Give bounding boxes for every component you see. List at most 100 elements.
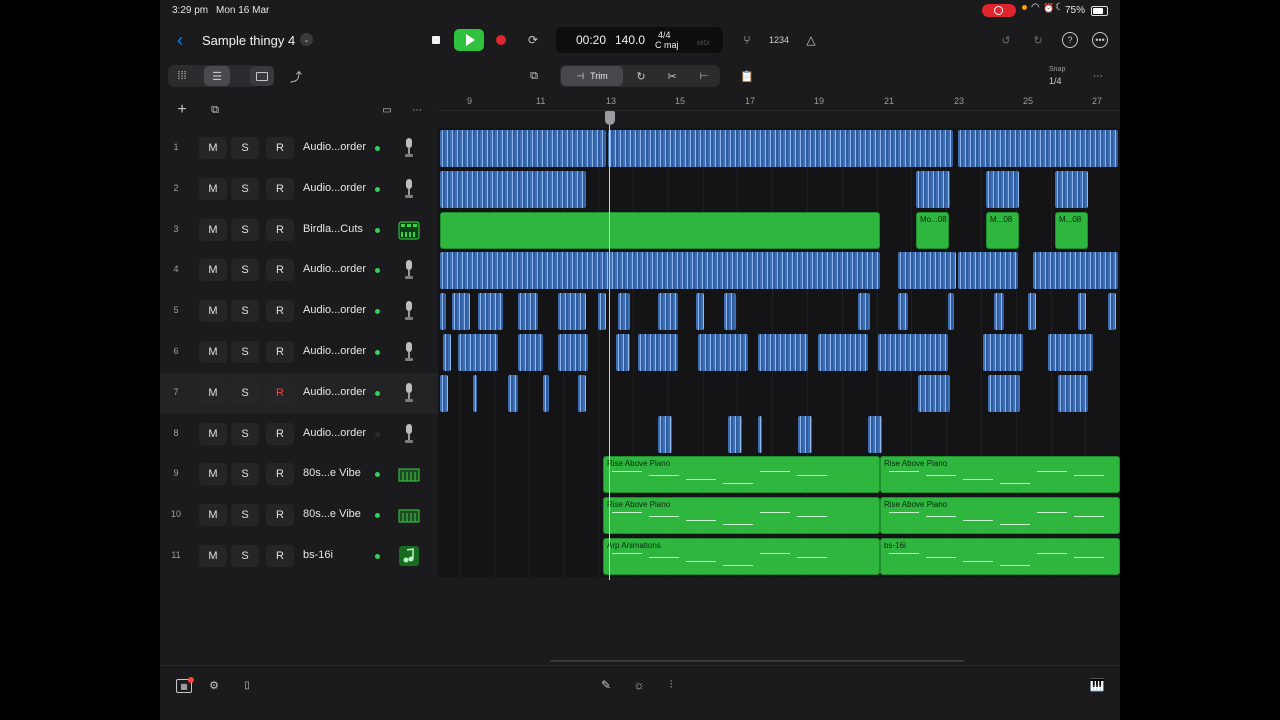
- solo-button[interactable]: S: [231, 504, 259, 527]
- audio-region[interactable]: [508, 374, 518, 412]
- midi-region[interactable]: Rise Above Piano: [603, 497, 880, 535]
- record-arm-button[interactable]: R: [266, 218, 294, 241]
- track-lane[interactable]: Rise Above Piano Rise Above Piano: [438, 495, 1120, 537]
- track-name[interactable]: Audio...order: [303, 386, 366, 398]
- midi-region[interactable]: Rise Above Piano: [880, 456, 1120, 494]
- audio-region[interactable]: [1078, 293, 1086, 331]
- mute-button[interactable]: M: [199, 177, 227, 200]
- track-header-more-button[interactable]: ⋯: [409, 102, 425, 118]
- copy-button[interactable]: ⧉: [524, 67, 544, 85]
- track-row[interactable]: 7 M S R Audio...order: [160, 372, 1120, 414]
- audio-region[interactable]: [452, 293, 470, 331]
- record-arm-button[interactable]: R: [266, 137, 294, 159]
- audio-region[interactable]: [440, 252, 880, 290]
- track-name[interactable]: Audio...order: [303, 304, 366, 316]
- track-lane[interactable]: [438, 413, 1120, 455]
- grid-view-button[interactable]: ⁞⁞⁞: [172, 67, 192, 85]
- audio-region[interactable]: [698, 334, 748, 371]
- audio-region[interactable]: [913, 334, 948, 371]
- inspector-button[interactable]: ⚙: [207, 678, 221, 692]
- track-row[interactable]: 5 M S R Audio...order: [160, 291, 1120, 333]
- audio-region[interactable]: [798, 415, 812, 453]
- audio-region[interactable]: [858, 293, 870, 331]
- track-row[interactable]: 1 M S R Audio...order: [160, 128, 1120, 169]
- keyboard-button[interactable]: 🎹: [1090, 678, 1105, 692]
- smart-controls-button[interactable]: ☼: [632, 678, 646, 692]
- solo-button[interactable]: S: [231, 341, 259, 363]
- audio-region[interactable]: [1028, 293, 1036, 331]
- add-track-button[interactable]: +: [174, 101, 190, 118]
- track-name[interactable]: 80s...e Vibe: [303, 467, 361, 479]
- stop-button[interactable]: [428, 32, 444, 48]
- back-chevron-icon[interactable]: ‹: [172, 30, 188, 50]
- join-tool-button[interactable]: ⊢: [695, 66, 713, 86]
- solo-button[interactable]: S: [231, 422, 259, 445]
- audio-region[interactable]: [916, 170, 950, 208]
- record-arm-button[interactable]: R: [266, 545, 294, 567]
- track-row[interactable]: 8 M S R Audio...order: [160, 413, 1120, 455]
- track-row[interactable]: 2 M S R Audio...order: [160, 168, 1120, 210]
- snap-value[interactable]: 1/4: [1049, 76, 1062, 86]
- audio-region[interactable]: [558, 334, 588, 371]
- solo-button[interactable]: S: [231, 218, 259, 241]
- record-arm-button[interactable]: R: [266, 300, 294, 323]
- audio-region[interactable]: [518, 293, 538, 331]
- mute-button[interactable]: M: [199, 545, 227, 567]
- audio-region[interactable]: [458, 334, 498, 371]
- track-lane[interactable]: [438, 332, 1120, 373]
- duplicate-track-button[interactable]: ⧉: [207, 102, 223, 118]
- midi-region[interactable]: Arp Animations: [603, 538, 880, 575]
- audio-region[interactable]: [658, 415, 672, 453]
- audio-region[interactable]: [1033, 252, 1118, 290]
- midi-region[interactable]: Rise Above Piano: [880, 497, 1120, 535]
- mute-button[interactable]: M: [199, 422, 227, 445]
- audio-region[interactable]: [478, 293, 503, 331]
- midi-region[interactable]: M...08: [1055, 211, 1088, 249]
- editor-button[interactable]: ▯: [240, 678, 254, 692]
- track-name[interactable]: Audio...order: [303, 427, 366, 439]
- audio-region[interactable]: [898, 130, 953, 167]
- audio-region[interactable]: [724, 293, 736, 331]
- audio-region[interactable]: [608, 130, 908, 167]
- audio-region[interactable]: [440, 293, 446, 331]
- solo-button[interactable]: S: [231, 177, 259, 200]
- playhead-handle[interactable]: [605, 111, 615, 125]
- paste-button[interactable]: 📋: [738, 66, 756, 86]
- audio-region[interactable]: [638, 334, 678, 371]
- audio-region[interactable]: [558, 293, 586, 331]
- trim-tool-button[interactable]: ⊣ Trim: [561, 66, 623, 86]
- track-lane[interactable]: [438, 250, 1120, 292]
- track-row[interactable]: 10 M S R 80s...e Vibe Rise Above Piano Rise Ab…: [160, 495, 1120, 537]
- loop-tool-button[interactable]: ↻: [632, 66, 650, 86]
- project-title[interactable]: Sample thingy 4: [202, 33, 295, 48]
- audio-region[interactable]: [1033, 130, 1118, 167]
- cycle-button[interactable]: ⟳: [524, 31, 542, 49]
- audio-region[interactable]: [758, 334, 808, 371]
- record-arm-button[interactable]: R: [266, 422, 294, 445]
- audio-region[interactable]: [1048, 334, 1093, 371]
- audio-region[interactable]: [440, 130, 606, 167]
- toolbar-more-button[interactable]: ⋯: [1090, 68, 1106, 84]
- audio-region[interactable]: [443, 334, 451, 371]
- audio-region[interactable]: [696, 293, 704, 331]
- solo-button[interactable]: S: [231, 381, 259, 404]
- record-arm-button[interactable]: R: [266, 463, 294, 486]
- audio-region[interactable]: [440, 374, 448, 412]
- audio-region[interactable]: [994, 293, 1004, 331]
- track-row[interactable]: 3 M S R Birdla...Cuts Mo...08 M...08 M...08: [160, 209, 1120, 251]
- mute-button[interactable]: M: [199, 463, 227, 486]
- track-name[interactable]: Audio...order: [303, 263, 366, 275]
- midi-region[interactable]: Mo...08: [916, 211, 949, 249]
- audio-region[interactable]: [818, 334, 868, 371]
- midi-region[interactable]: [440, 211, 880, 249]
- mute-button[interactable]: M: [199, 504, 227, 527]
- midi-region[interactable]: bs-16i: [880, 538, 1120, 575]
- count-in-button[interactable]: 1234: [769, 35, 789, 45]
- solo-button[interactable]: S: [231, 300, 259, 323]
- track-name[interactable]: Birdla...Cuts: [303, 223, 363, 235]
- automation-button[interactable]: ⤴: [286, 66, 306, 86]
- more-button[interactable]: •••: [1092, 32, 1108, 48]
- audio-region[interactable]: [543, 374, 549, 412]
- track-row[interactable]: 4 M S R Audio...order: [160, 250, 1120, 292]
- pencil-button[interactable]: ✎: [599, 678, 613, 692]
